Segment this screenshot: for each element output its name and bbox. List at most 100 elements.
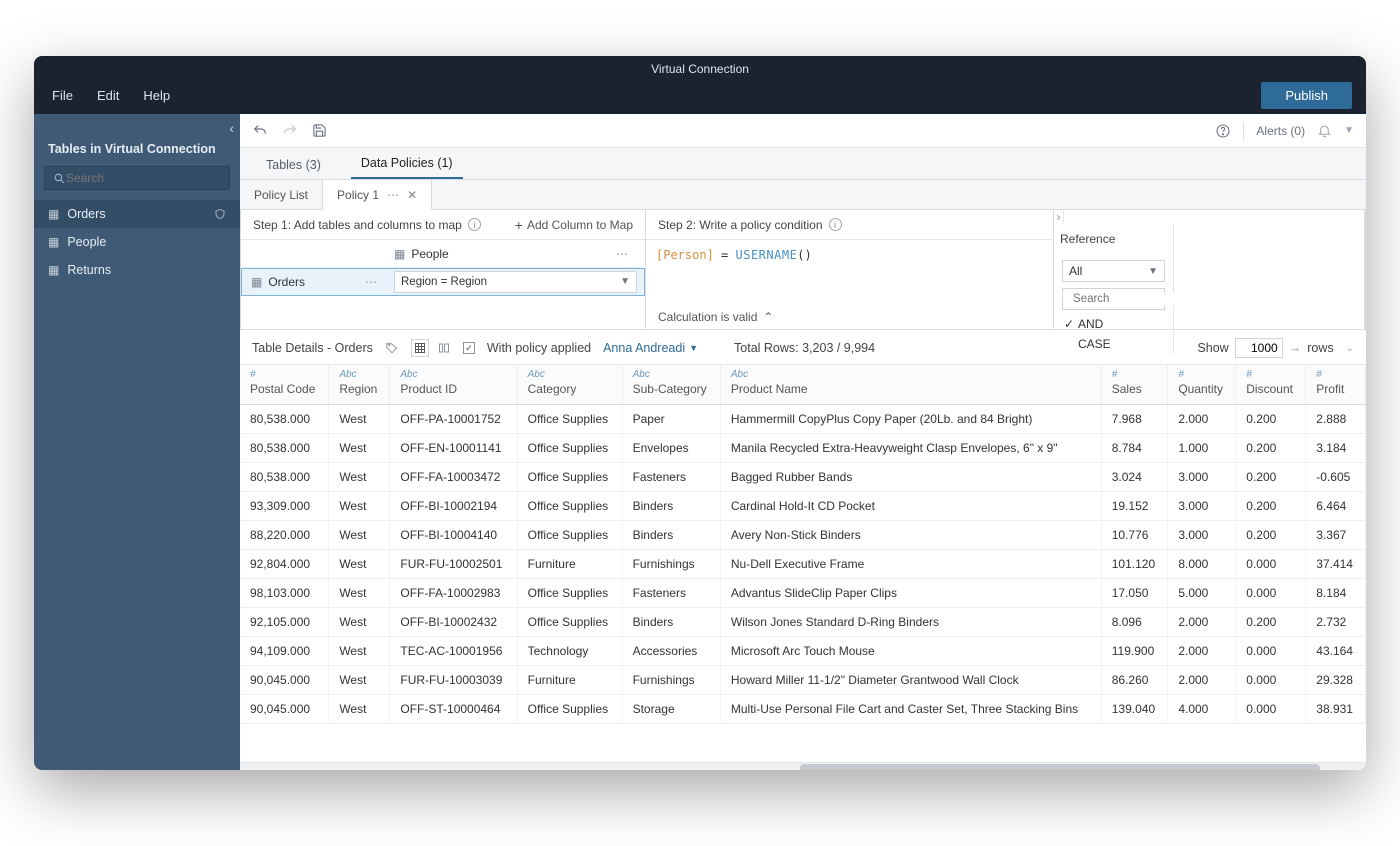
reference-option-and[interactable]: AND <box>1054 314 1173 334</box>
cell: 86.260 <box>1101 666 1168 695</box>
table-row[interactable]: 94,109.000WestTEC-AC-10001956TechnologyA… <box>240 637 1366 666</box>
menu-edit[interactable]: Edit <box>85 82 131 109</box>
table-row[interactable]: 80,538.000WestOFF-PA-10001752Office Supp… <box>240 405 1366 434</box>
cell: 80,538.000 <box>240 463 329 492</box>
column-header[interactable]: AbcSub-Category <box>622 365 720 405</box>
table-row[interactable]: 92,105.000WestOFF-BI-10002432Office Supp… <box>240 608 1366 637</box>
column-header[interactable]: #Discount <box>1236 365 1306 405</box>
cell: 88,220.000 <box>240 521 329 550</box>
tab-tables[interactable]: Tables (3) <box>256 150 331 179</box>
cell: -0.605 <box>1306 463 1366 492</box>
sidebar-search-input[interactable] <box>66 171 221 185</box>
undo-icon[interactable] <box>252 123 268 139</box>
more-icon[interactable]: ⋯ <box>616 247 637 261</box>
info-icon[interactable]: i <box>829 218 842 231</box>
cell: West <box>329 521 390 550</box>
table-row[interactable]: 80,538.000WestOFF-EN-10001141Office Supp… <box>240 434 1366 463</box>
list-view-icon[interactable] <box>437 342 451 354</box>
chevron-up-icon: ⌃ <box>763 310 773 324</box>
cell: West <box>329 637 390 666</box>
policy-applied-checkbox[interactable]: ✓ <box>463 342 475 354</box>
table-row[interactable]: 98,103.000WestOFF-FA-10002983Office Supp… <box>240 579 1366 608</box>
policy-list-tab[interactable]: Policy List <box>240 180 323 209</box>
column-header[interactable]: #Postal Code <box>240 365 329 405</box>
column-header[interactable]: #Sales <box>1101 365 1168 405</box>
refresh-icon[interactable]: → <box>1289 341 1302 355</box>
sidebar-item-orders[interactable]: ▦Orders <box>34 200 240 228</box>
cell: 3.000 <box>1168 463 1236 492</box>
menu-help[interactable]: Help <box>131 82 182 109</box>
cell: Office Supplies <box>517 492 622 521</box>
table-row[interactable]: 88,220.000WestOFF-BI-10004140Office Supp… <box>240 521 1366 550</box>
cell: 17.050 <box>1101 579 1168 608</box>
redo-icon[interactable] <box>282 123 298 139</box>
alerts-button[interactable]: Alerts (0) <box>1256 124 1305 138</box>
cell: 43.164 <box>1306 637 1366 666</box>
cell: 3.000 <box>1168 492 1236 521</box>
preview-user-dropdown[interactable]: Anna Andreadi▼ <box>603 341 698 355</box>
cell: OFF-FA-10002983 <box>390 579 517 608</box>
save-icon[interactable] <box>312 123 327 138</box>
column-header[interactable]: AbcProduct Name <box>720 365 1101 405</box>
cell: West <box>329 434 390 463</box>
close-icon[interactable]: ✕ <box>407 188 417 202</box>
column-header[interactable]: AbcCategory <box>517 365 622 405</box>
column-map-select[interactable]: Region = Region▼ <box>394 271 637 293</box>
step-2-title: Step 2: Write a policy condition <box>658 218 823 232</box>
more-icon[interactable]: ⋯ <box>365 275 386 289</box>
cell: Office Supplies <box>517 463 622 492</box>
column-header[interactable]: AbcProduct ID <box>390 365 517 405</box>
expand-handle-icon[interactable]: › <box>1054 210 1064 224</box>
chevron-down-icon[interactable]: ⌄ <box>1346 343 1354 354</box>
map-row-people[interactable]: ▦People⋯ <box>241 240 645 268</box>
table-row[interactable]: 93,309.000WestOFF-BI-10002194Office Supp… <box>240 492 1366 521</box>
column-header[interactable]: #Quantity <box>1168 365 1236 405</box>
cell: Hammermill CopyPlus Copy Paper (20Lb. an… <box>720 405 1101 434</box>
sidebar-search[interactable] <box>44 166 230 190</box>
column-header[interactable]: AbcRegion <box>329 365 390 405</box>
reference-option-case[interactable]: CASE <box>1054 334 1173 354</box>
cell: Office Supplies <box>517 579 622 608</box>
window-title: Virtual Connection <box>34 56 1366 76</box>
tab-data-policies[interactable]: Data Policies (1) <box>351 148 463 179</box>
caret-down-icon[interactable]: ▼ <box>1344 125 1354 136</box>
grid-view-icon[interactable] <box>411 339 429 357</box>
cell: Advantus SlideClip Paper Clips <box>720 579 1101 608</box>
tag-icon[interactable] <box>385 341 399 355</box>
cell: 8.784 <box>1101 434 1168 463</box>
calculation-valid-label[interactable]: Calculation is valid⌃ <box>658 310 773 324</box>
sidebar-item-people[interactable]: ▦People <box>34 228 240 256</box>
cell: 4.000 <box>1168 695 1236 724</box>
policy-1-tab[interactable]: Policy 1 ⋯ ✕ <box>323 180 432 210</box>
table-row[interactable]: 90,045.000WestFUR-FU-10003039FurnitureFu… <box>240 666 1366 695</box>
data-grid[interactable]: #Postal CodeAbcRegionAbcProduct IDAbcCat… <box>240 365 1366 762</box>
column-header[interactable]: #Profit <box>1306 365 1366 405</box>
help-icon[interactable] <box>1215 123 1231 139</box>
cell: 3.184 <box>1306 434 1366 463</box>
cell: Technology <box>517 637 622 666</box>
table-row[interactable]: 92,804.000WestFUR-FU-10002501FurnitureFu… <box>240 550 1366 579</box>
policy-condition-editor[interactable]: [Person] = USERNAME() <box>646 240 1053 270</box>
horizontal-scrollbar[interactable] <box>240 762 1366 770</box>
table-row[interactable]: 80,538.000WestOFF-FA-10003472Office Supp… <box>240 463 1366 492</box>
policy-tab-menu-icon[interactable]: ⋯ <box>387 188 399 202</box>
info-icon[interactable]: i <box>468 218 481 231</box>
add-column-button[interactable]: + Add Column to Map <box>515 218 633 232</box>
reference-search-input[interactable] <box>1073 293 1227 305</box>
table-row[interactable]: 90,045.000WestOFF-ST-10000464Office Supp… <box>240 695 1366 724</box>
cell: Microsoft Arc Touch Mouse <box>720 637 1101 666</box>
table-icon: ▦ <box>48 235 59 249</box>
reference-filter-select[interactable]: All▼ <box>1062 260 1165 282</box>
map-row-orders[interactable]: ▦Orders⋯Region = Region▼ <box>241 268 645 296</box>
reference-search[interactable] <box>1062 288 1165 310</box>
cell: 90,045.000 <box>240 666 329 695</box>
sidebar-item-returns[interactable]: ▦Returns <box>34 256 240 284</box>
show-label: Show <box>1197 341 1228 355</box>
rows-count-input[interactable] <box>1235 338 1283 358</box>
cell: 19.152 <box>1101 492 1168 521</box>
publish-button[interactable]: Publish <box>1261 82 1352 109</box>
sidebar-collapse-icon[interactable]: ‹ <box>229 120 234 136</box>
bell-icon[interactable] <box>1317 123 1332 138</box>
search-icon <box>53 172 66 185</box>
menu-file[interactable]: File <box>40 82 85 109</box>
